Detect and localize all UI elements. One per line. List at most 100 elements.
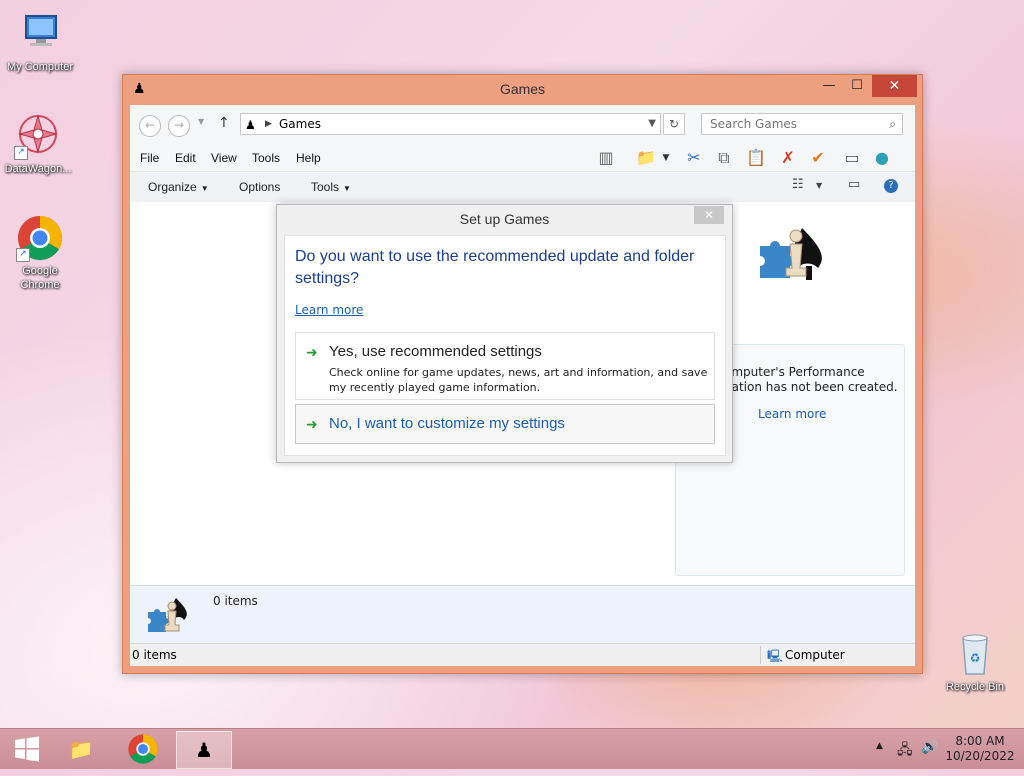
navigation-bar: ← → ▼ ↑ ♟ ▶ Games ▼ ↻ ⌕ [130, 105, 915, 145]
properties-check-icon[interactable]: ✔ [807, 147, 829, 169]
folder-options-icon[interactable]: 📁 [635, 147, 657, 169]
status-bar: 0 items 🖳 Computer [130, 643, 915, 666]
search-box[interactable]: ⌕ [701, 113, 903, 135]
dialog-close-button[interactable]: ✕ [694, 206, 724, 224]
menu-view[interactable]: View [211, 151, 237, 165]
desktop-icon-google-chrome[interactable]: ↗ Google Chrome [0, 214, 80, 292]
desktop-icon-label: DataWagon... [4, 163, 72, 175]
clock-time: 8:00 AM [955, 734, 1005, 748]
clock-date: 10/20/2022 [945, 749, 1015, 763]
desktop-icon-label: Recycle Bin [945, 681, 1005, 693]
up-button[interactable]: ↑ [218, 115, 230, 131]
status-location: Computer [785, 648, 845, 662]
dialog-body: Do you want to use the recommended updat… [284, 235, 726, 456]
status-item-count: 0 items [132, 648, 177, 662]
preview-pane-icon[interactable]: ▥ [595, 147, 617, 169]
games-app-icon: ♟ [195, 738, 213, 762]
option-title: Yes, use recommended settings [329, 343, 542, 360]
setup-games-dialog: Set up Games ✕ Do you want to use the re… [276, 204, 733, 463]
tools-button[interactable]: Tools ▼ [311, 180, 351, 194]
help-icon[interactable]: ? [884, 179, 898, 193]
desktop-icon-my-computer[interactable]: My Computer [0, 10, 80, 74]
delete-icon[interactable]: ✗ [777, 147, 799, 169]
menu-tools[interactable]: Tools [252, 151, 280, 165]
copy-icon[interactable]: ⧉ [713, 147, 735, 169]
command-bar: Organize ▼ Options Tools ▼ ☷ ▼ ▭ ? [130, 171, 915, 203]
windows-logo-icon [15, 736, 39, 762]
chevron-down-icon: ▼ [200, 184, 209, 193]
window-titlebar[interactable]: ♟ Games — ☐ ✕ [123, 75, 922, 105]
datawagon-icon: ↗ [14, 112, 62, 160]
taskbar-file-explorer[interactable]: 📁 [54, 731, 108, 767]
search-icon[interactable]: ⌕ [889, 114, 896, 134]
green-arrow-icon: ➜ [306, 345, 318, 361]
taskbar: 📁 ♟ ▲ 🖧 🔊 8:00 AM 10/20/2022 [0, 728, 1024, 769]
performance-learn-more-link[interactable]: Learn more [758, 407, 826, 421]
shortcut-arrow-icon: ↗ [14, 146, 28, 160]
performance-info-text: omputer's Performance nation has not bee… [724, 365, 904, 395]
games-thumbnail-icon [146, 596, 200, 639]
taskbar-chrome[interactable] [116, 731, 170, 767]
recent-locations-dropdown[interactable]: ▼ [198, 117, 204, 126]
options-button[interactable]: Options [239, 180, 280, 194]
start-button[interactable] [0, 731, 54, 767]
organize-button[interactable]: Organize ▼ [148, 180, 209, 194]
dialog-title: Set up Games [459, 211, 550, 227]
window-title: Games [499, 81, 546, 97]
search-input[interactable] [708, 116, 882, 132]
network-globe-icon[interactable]: ● [871, 147, 893, 169]
paste-icon[interactable]: 📋 [745, 147, 767, 169]
menu-help[interactable]: Help [296, 151, 321, 165]
green-arrow-icon: ➜ [306, 417, 318, 433]
breadcrumb-separator-icon: ▶ [265, 119, 272, 129]
menu-bar: File Edit View Tools Help ▥ 📁 ▼ ✂ ⧉ 📋 ✗ … [130, 145, 915, 171]
address-dropdown-icon[interactable]: ▼ [648, 114, 656, 134]
forward-button[interactable]: → [168, 115, 190, 137]
refresh-button[interactable]: ↻ [663, 113, 685, 135]
details-pane: 0 items [130, 585, 915, 644]
recommended-settings-option[interactable]: ➜ Yes, use recommended settings Check on… [295, 332, 715, 400]
performance-text-line: omputer's Performance [724, 365, 865, 379]
option-title: No, I want to customize my settings [329, 415, 565, 432]
maximize-button[interactable]: ☐ [843, 75, 871, 97]
back-button[interactable]: ← [139, 115, 161, 137]
view-dropdown-icon[interactable]: ▼ [816, 181, 822, 190]
menu-file[interactable]: File [140, 151, 159, 165]
desktop-icon-recycle-bin[interactable]: ♻ Recycle Bin [935, 630, 1015, 694]
performance-text-line: nation has not been created. [724, 380, 898, 394]
cut-icon[interactable]: ✂ [683, 147, 705, 169]
rename-icon[interactable]: ▭ [841, 147, 863, 169]
chevron-down-icon: ▼ [343, 184, 351, 193]
recycle-bin-icon: ♻ [951, 630, 999, 678]
option-description: Check online for game updates, news, art… [329, 366, 708, 394]
volume-icon[interactable]: 🔊 [921, 739, 938, 755]
games-logo-icon [752, 218, 842, 298]
dialog-learn-more-link[interactable]: Learn more [295, 303, 363, 317]
network-icon[interactable]: 🖧 [897, 739, 913, 763]
shortcut-arrow-icon: ↗ [16, 248, 30, 262]
svg-text:♻: ♻ [970, 651, 981, 665]
desktop-icon-datawagon[interactable]: ↗ DataWagon... [0, 112, 78, 176]
change-view-icon[interactable]: ☷ [792, 177, 804, 192]
games-folder-icon: ♟ [245, 118, 256, 132]
minimize-button[interactable]: — [815, 75, 843, 97]
file-explorer-icon: 📁 [68, 737, 94, 761]
chrome-icon [128, 734, 158, 764]
details-item-count: 0 items [213, 594, 258, 608]
customize-settings-option[interactable]: ➜ No, I want to customize my settings [295, 404, 715, 444]
folder-options-dropdown-icon[interactable]: ▼ [655, 147, 677, 169]
status-separator [760, 646, 761, 664]
desktop-icon-label: My Computer [6, 61, 74, 73]
taskbar-games[interactable]: ♟ [176, 731, 232, 769]
taskbar-clock[interactable]: 8:00 AM 10/20/2022 [944, 734, 1016, 764]
preview-pane-toggle-icon[interactable]: ▭ [848, 177, 860, 192]
show-hidden-icons[interactable]: ▲ [876, 741, 883, 751]
menu-edit[interactable]: Edit [175, 151, 196, 165]
close-button[interactable]: ✕ [872, 75, 917, 97]
breadcrumb-games[interactable]: Games [279, 114, 321, 134]
organize-label: Organize [148, 180, 197, 194]
computer-icon: 🖳 [767, 649, 784, 663]
desktop-icon-label: Google Chrome [20, 265, 60, 291]
address-bar[interactable]: ♟ ▶ Games ▼ [240, 113, 661, 135]
chrome-icon: ↗ [16, 214, 64, 262]
